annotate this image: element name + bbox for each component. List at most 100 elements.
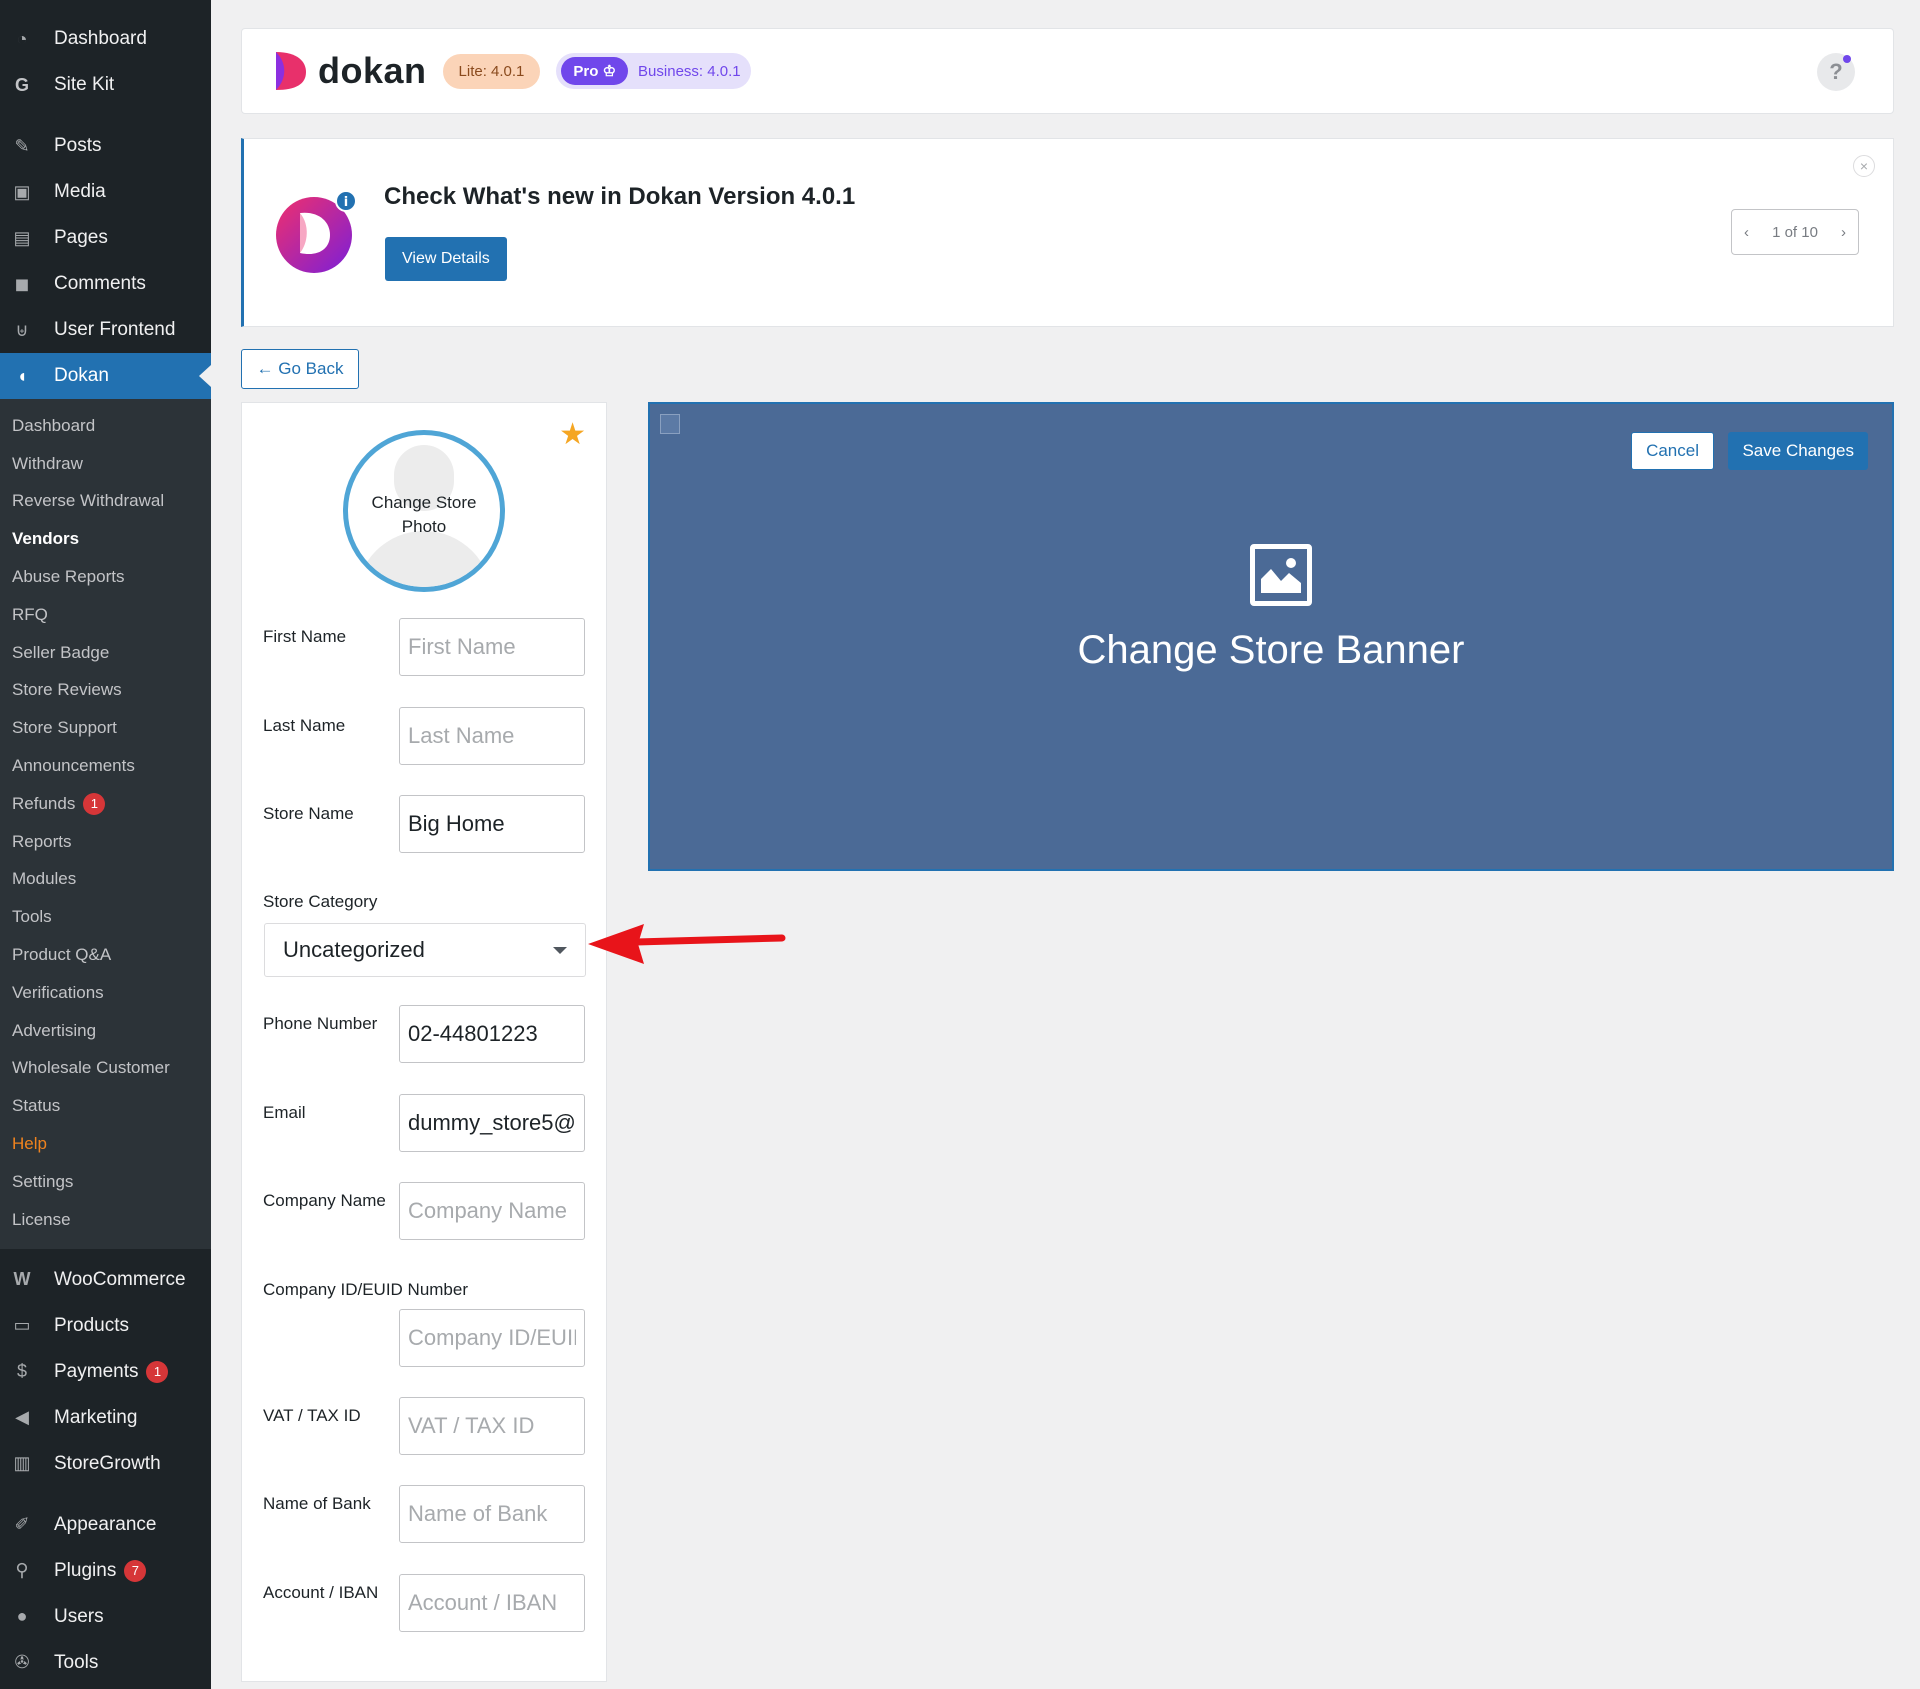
menu-comments[interactable]: ◼ Comments bbox=[0, 261, 211, 307]
bank-name-label: Name of Bank bbox=[263, 1494, 371, 1513]
bank-name-input[interactable] bbox=[399, 1485, 585, 1543]
menu-dokan[interactable]: ◖ Dokan bbox=[0, 353, 211, 399]
submenu-dashboard[interactable]: Dashboard bbox=[0, 407, 211, 445]
submenu-product-qa[interactable]: Product Q&A bbox=[0, 936, 211, 974]
question-icon: ? bbox=[1829, 59, 1843, 84]
email-input[interactable] bbox=[399, 1094, 585, 1152]
company-name-input[interactable] bbox=[399, 1182, 585, 1240]
menu-label: Marketing bbox=[54, 1406, 138, 1428]
view-details-button[interactable]: View Details bbox=[385, 237, 507, 281]
store-photo-avatar[interactable]: Change Store Photo bbox=[343, 430, 505, 592]
submenu-withdraw[interactable]: Withdraw bbox=[0, 445, 211, 483]
submenu-wholesale-customer[interactable]: Wholesale Customer bbox=[0, 1050, 211, 1088]
email-label: Email bbox=[263, 1103, 306, 1122]
menu-marketing[interactable]: ◀ Marketing bbox=[0, 1395, 211, 1441]
menu-storegrowth[interactable]: ▥ StoreGrowth bbox=[0, 1441, 211, 1487]
first-name-input[interactable] bbox=[399, 618, 585, 676]
notification-badge: 1 bbox=[83, 792, 106, 815]
menu-pages[interactable]: ▤ Pages bbox=[0, 215, 211, 261]
submenu-vendors[interactable]: Vendors bbox=[0, 520, 211, 558]
submenu-abuse-reports[interactable]: Abuse Reports bbox=[0, 558, 211, 596]
menu-woocommerce[interactable]: W WooCommerce bbox=[0, 1257, 211, 1303]
submenu-help[interactable]: Help bbox=[0, 1125, 211, 1163]
star-icon[interactable]: ★ bbox=[559, 417, 586, 452]
submenu-verifications[interactable]: Verifications bbox=[0, 974, 211, 1012]
menu-tools[interactable]: ✇ Tools bbox=[0, 1640, 211, 1686]
menu-dashboard[interactable]: ◔ Dashboard bbox=[0, 16, 211, 62]
cancel-button[interactable]: Cancel bbox=[1631, 432, 1714, 470]
submenu-label: RFQ bbox=[12, 604, 48, 624]
menu-users[interactable]: ● Users bbox=[0, 1594, 211, 1640]
submenu-announcements[interactable]: Announcements bbox=[0, 747, 211, 785]
menu-label: Dashboard bbox=[54, 28, 147, 49]
change-store-photo-label: Change Store Photo bbox=[371, 493, 477, 536]
chevron-right-icon[interactable]: › bbox=[1841, 224, 1846, 241]
store-name-input[interactable] bbox=[399, 795, 585, 853]
store-category-select[interactable]: Uncategorized bbox=[264, 923, 586, 977]
help-button[interactable]: ? bbox=[1817, 53, 1855, 91]
submenu-label: Advertising bbox=[12, 1020, 97, 1040]
submenu-reports[interactable]: Reports bbox=[0, 823, 211, 861]
vat-input[interactable] bbox=[399, 1397, 585, 1455]
store-banner-area[interactable]: Cancel Save Changes Change Store Banner bbox=[648, 402, 1894, 871]
media-icon: ▣ bbox=[13, 181, 31, 202]
submenu-store-support[interactable]: Store Support bbox=[0, 709, 211, 747]
submenu-advertising[interactable]: Advertising bbox=[0, 1012, 211, 1050]
plugin-icon: ⚲ bbox=[15, 1560, 29, 1581]
submenu-label: Settings bbox=[12, 1171, 74, 1191]
menu-label: Site Kit bbox=[54, 74, 115, 95]
menu-label: Tools bbox=[54, 1651, 99, 1673]
menu-label: StoreGrowth bbox=[54, 1452, 161, 1474]
archive-icon: ▭ bbox=[13, 1315, 31, 1336]
first-name-label: First Name bbox=[263, 627, 347, 646]
business-label: Business: 4.0.1 bbox=[638, 62, 741, 80]
menu-site-kit[interactable]: G Site Kit bbox=[0, 62, 211, 108]
submenu-rfq[interactable]: RFQ bbox=[0, 596, 211, 634]
go-back-button[interactable]: ← Go Back bbox=[241, 349, 359, 389]
menu-media[interactable]: ▣ Media bbox=[0, 169, 211, 215]
menu-label: Media bbox=[54, 181, 106, 202]
menu-appearance[interactable]: ✐ Appearance bbox=[0, 1502, 211, 1548]
submenu-reverse-withdrawal[interactable]: Reverse Withdrawal bbox=[0, 483, 211, 521]
submenu-settings[interactable]: Settings bbox=[0, 1163, 211, 1201]
company-id-input[interactable] bbox=[399, 1309, 585, 1367]
phone-number-input[interactable] bbox=[399, 1005, 585, 1063]
chevron-left-icon[interactable]: ‹ bbox=[1744, 224, 1749, 241]
store-category-label: Store Category bbox=[263, 892, 378, 911]
company-id-label: Company ID/EUID Number bbox=[263, 1280, 469, 1299]
submenu-label: Store Reviews bbox=[12, 680, 122, 700]
chart-icon: ▥ bbox=[13, 1453, 31, 1474]
submenu-modules[interactable]: Modules bbox=[0, 861, 211, 899]
submenu-label: Verifications bbox=[12, 982, 104, 1002]
lite-version-badge: Lite: 4.0.1 bbox=[442, 53, 541, 89]
submenu-label: Wholesale Customer bbox=[12, 1058, 170, 1078]
submenu-store-reviews[interactable]: Store Reviews bbox=[0, 672, 211, 710]
save-changes-button[interactable]: Save Changes bbox=[1728, 432, 1868, 470]
dokan-icon: ◖ bbox=[16, 365, 28, 386]
dokan-submenu: Dashboard Withdraw Reverse Withdrawal Ve… bbox=[0, 399, 211, 1249]
menu-plugins[interactable]: ⚲ Plugins 7 bbox=[0, 1548, 211, 1594]
menu-label: Comments bbox=[54, 273, 146, 294]
menu-posts[interactable]: ✎ Posts bbox=[0, 123, 211, 169]
menu-label: Dokan bbox=[54, 365, 109, 386]
last-name-input[interactable] bbox=[399, 707, 585, 765]
menu-user-frontend[interactable]: ⊎ User Frontend bbox=[0, 307, 211, 353]
menu-payments[interactable]: $ Payments 1 bbox=[0, 1349, 211, 1395]
submenu-license[interactable]: License bbox=[0, 1201, 211, 1239]
paintbrush-icon: ✐ bbox=[14, 1514, 30, 1535]
close-icon[interactable]: × bbox=[1853, 155, 1875, 177]
menu-products[interactable]: ▭ Products bbox=[0, 1303, 211, 1349]
submenu-refunds[interactable]: Refunds 1 bbox=[0, 785, 211, 823]
admin-sidebar: ◔ Dashboard G Site Kit ✎ Posts ▣ Media ▤… bbox=[0, 0, 211, 1689]
whats-new-notice: i Check What's new in Dokan Version 4.0.… bbox=[241, 138, 1894, 327]
menu-label: Pages bbox=[54, 227, 108, 248]
pages-icon: ▤ bbox=[13, 227, 31, 248]
submenu-status[interactable]: Status bbox=[0, 1087, 211, 1125]
submenu-tools[interactable]: Tools bbox=[0, 898, 211, 936]
woocommerce-icon: W bbox=[13, 1269, 31, 1290]
user-icon: ● bbox=[16, 1606, 28, 1627]
submenu-seller-badge[interactable]: Seller Badge bbox=[0, 634, 211, 672]
image-icon bbox=[1250, 544, 1312, 606]
broken-image-icon bbox=[660, 414, 680, 434]
iban-input[interactable] bbox=[399, 1574, 585, 1632]
